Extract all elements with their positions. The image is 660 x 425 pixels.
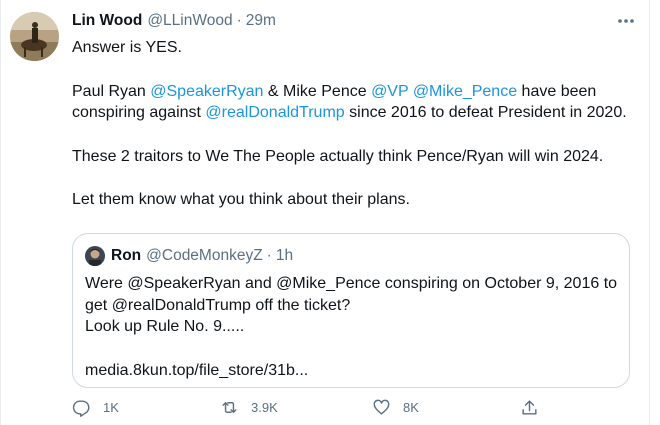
share-button[interactable] xyxy=(520,398,551,417)
quote-text: Were @SpeakerRyan and @Mike_Pence conspi… xyxy=(85,273,625,381)
text-segment: & Mike Pence xyxy=(263,82,372,100)
quote-author-name: Ron xyxy=(111,247,142,264)
tweet: Lin Wood @LLinWood · 29m Answer is YES. … xyxy=(72,10,638,211)
retweet-button[interactable]: 3.9K xyxy=(220,398,278,417)
quote-link: media.8kun.top/file_store/31b... xyxy=(85,361,309,379)
reply-icon xyxy=(72,400,90,417)
quoted-tweet[interactable]: Ron @CodeMonkeyZ · 1h Were @SpeakerRyan … xyxy=(72,233,630,388)
text-segment: since 2016 to defeat President in 2020. xyxy=(344,104,627,121)
quote-header: Ron @CodeMonkeyZ · 1h xyxy=(85,246,293,266)
author-name[interactable]: Lin Wood xyxy=(72,12,142,30)
tweet-paragraph-2: Paul Ryan @SpeakerRyan & Mike Pence @VP … xyxy=(72,81,638,124)
tweet-timestamp[interactable]: 29m xyxy=(246,12,276,30)
author-handle[interactable]: @LLinWood xyxy=(147,12,232,30)
quote-timestamp: 1h xyxy=(275,247,294,264)
tweet-text: Answer is YES. Paul Ryan @SpeakerRyan & … xyxy=(72,37,638,211)
quote-header-separator: · xyxy=(266,247,272,264)
share-icon xyxy=(522,400,537,415)
quote-author-handle: @CodeMonkeyZ xyxy=(146,247,263,264)
tweet-header: Lin Wood @LLinWood · 29m xyxy=(72,10,638,32)
heart-icon xyxy=(373,399,390,415)
tweet-paragraph-3: These 2 traitors to We The People actual… xyxy=(72,147,604,165)
like-button[interactable]: 8K xyxy=(372,398,419,417)
reply-button[interactable]: 1K xyxy=(72,398,119,417)
quote-line-1: Were @SpeakerRyan and @Mike_Pence conspi… xyxy=(85,275,618,314)
mention-speakerryan[interactable]: @SpeakerRyan xyxy=(150,83,263,100)
tweet-paragraph-4: Let them know what you think about their… xyxy=(72,191,410,208)
right-border xyxy=(649,0,650,425)
tweet-line-1: Answer is YES. xyxy=(72,39,182,56)
mention-mike-pence[interactable]: @Mike_Pence xyxy=(413,83,517,100)
header-separator: · xyxy=(236,12,242,29)
reply-count: 1K xyxy=(103,400,119,415)
quote-author-avatar xyxy=(85,246,105,266)
mention-realdonaldtrump[interactable]: @realDonaldTrump xyxy=(205,104,344,121)
author-avatar[interactable] xyxy=(10,12,59,61)
mention-vp[interactable]: @VP xyxy=(371,83,408,100)
left-border xyxy=(0,0,1,425)
retweet-count: 3.9K xyxy=(251,400,278,415)
text-segment: Paul Ryan xyxy=(72,82,151,100)
action-bar: 1K 3.9K 8K xyxy=(72,398,552,422)
more-horizontal-icon[interactable] xyxy=(614,12,638,30)
like-count: 8K xyxy=(403,400,419,415)
quote-line-2: Look up Rule No. 9..... xyxy=(85,318,245,335)
retweet-icon xyxy=(222,402,237,413)
